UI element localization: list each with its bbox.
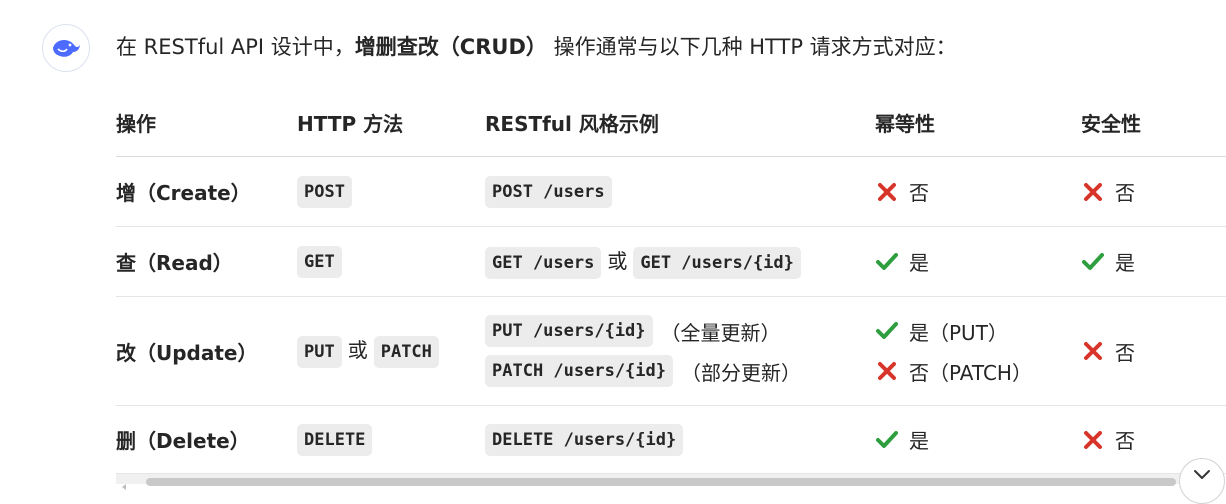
method-code: POST: [297, 175, 352, 208]
example-connector: 或: [607, 248, 628, 273]
example-cell: DELETE /users/{id}: [485, 405, 875, 474]
cross-mark-icon: [875, 180, 899, 204]
check-mark-icon: [875, 250, 899, 274]
safe-text: 否: [1115, 429, 1135, 453]
check-mark-icon: [1081, 250, 1105, 274]
table-row: 增（Create） POST POST /users 否 否: [116, 156, 1226, 227]
idempotent-cell: 否: [875, 156, 1081, 227]
idempotent-text: 否: [909, 181, 929, 205]
method-connector: 或: [347, 338, 368, 362]
safe-text: 否: [1115, 181, 1135, 205]
method-cell: PUT 或 PATCH: [297, 296, 485, 406]
safe-text: 否: [1115, 340, 1135, 365]
intro-bold: 增删查改（CRUD）: [354, 35, 547, 59]
safe-cell: 是: [1081, 226, 1226, 297]
method-code: GET: [297, 245, 342, 278]
cross-mark-icon: [1081, 428, 1105, 452]
example-note: （全量更新）: [660, 320, 781, 345]
scroll-to-bottom-button[interactable]: [1179, 458, 1225, 504]
header-restful-example: RESTful 风格示例: [485, 88, 875, 157]
intro-text: 在 RESTful API 设计中，增删查改（CRUD） 操作通常与以下几种 H…: [116, 30, 957, 64]
example-code: PATCH /users/{id}: [485, 355, 673, 387]
cross-mark-icon: [1081, 339, 1105, 363]
header-http-method: HTTP 方法: [297, 88, 485, 157]
example-cell: GET /users 或 GET /users/{id}: [485, 226, 875, 297]
idempotent-text: 是: [909, 429, 929, 453]
crud-table: 操作 HTTP 方法 RESTful 风格示例 幂等性 安全性 增（Create…: [116, 88, 1226, 474]
method-code: PATCH: [373, 336, 439, 368]
example-code: DELETE /users/{id}: [485, 423, 684, 456]
safe-cell: 否: [1081, 296, 1226, 406]
intro-prefix: 在 RESTful API 设计中，: [116, 35, 355, 59]
operation-cell: 查（Read）: [116, 226, 297, 297]
check-mark-icon: [875, 319, 899, 343]
idempotent-text: 是（PUT）: [909, 320, 1008, 345]
safe-cell: 否: [1081, 156, 1226, 227]
example-note: （部分更新）: [681, 360, 801, 385]
method-cell: POST: [297, 156, 485, 227]
header-operation: 操作: [116, 88, 297, 157]
example-cell: PUT /users/{id} （全量更新） PATCH /users/{id} （…: [485, 296, 875, 406]
example-code: GET /users/{id}: [633, 246, 801, 279]
idempotent-text: 否（PATCH）: [909, 360, 1032, 385]
table-header-row: 操作 HTTP 方法 RESTful 风格示例 幂等性 安全性: [116, 88, 1226, 157]
table-row: 删（Delete） DELETE DELETE /users/{id} 是 否: [116, 405, 1226, 474]
operation-cell: 改（Update）: [116, 296, 297, 406]
horizontal-scrollbar-thumb[interactable]: [146, 478, 1176, 486]
example-cell: POST /users: [485, 156, 875, 227]
deepseek-whale-icon: [53, 40, 80, 57]
idempotent-cell: 是: [875, 405, 1081, 474]
method-cell: GET: [297, 226, 485, 297]
idempotent-cell: 是: [875, 226, 1081, 297]
cross-mark-icon: [1081, 180, 1105, 204]
example-code: PUT /users/{id}: [485, 315, 653, 347]
method-code: DELETE: [297, 423, 373, 456]
method-cell: DELETE: [297, 405, 485, 474]
scroll-left-arrow-icon[interactable]: [120, 476, 128, 495]
method-code: PUT: [297, 336, 342, 368]
header-safe: 安全性: [1081, 88, 1226, 157]
assistant-avatar: [42, 24, 90, 72]
operation-cell: 删（Delete）: [116, 405, 297, 474]
table-row: 改（Update） PUT 或 PATCH PUT /users/{id} （全量更新…: [116, 296, 1226, 406]
table-row: 查（Read） GET GET /users 或 GET /users/{id} 是: [116, 226, 1226, 297]
cross-mark-icon: [875, 359, 899, 383]
header-idempotent: 幂等性: [875, 88, 1081, 157]
chevron-down-icon: [1194, 470, 1210, 479]
example-code: GET /users: [485, 246, 602, 279]
idempotent-text: 是: [909, 251, 929, 275]
example-code: POST /users: [485, 175, 612, 208]
operation-cell: 增（Create）: [116, 156, 297, 227]
intro-suffix: 操作通常与以下几种 HTTP 请求方式对应：: [546, 35, 957, 59]
idempotent-cell: 是（PUT） 否（PATCH）: [875, 296, 1081, 406]
check-mark-icon: [875, 428, 899, 452]
safe-text: 是: [1115, 251, 1135, 275]
